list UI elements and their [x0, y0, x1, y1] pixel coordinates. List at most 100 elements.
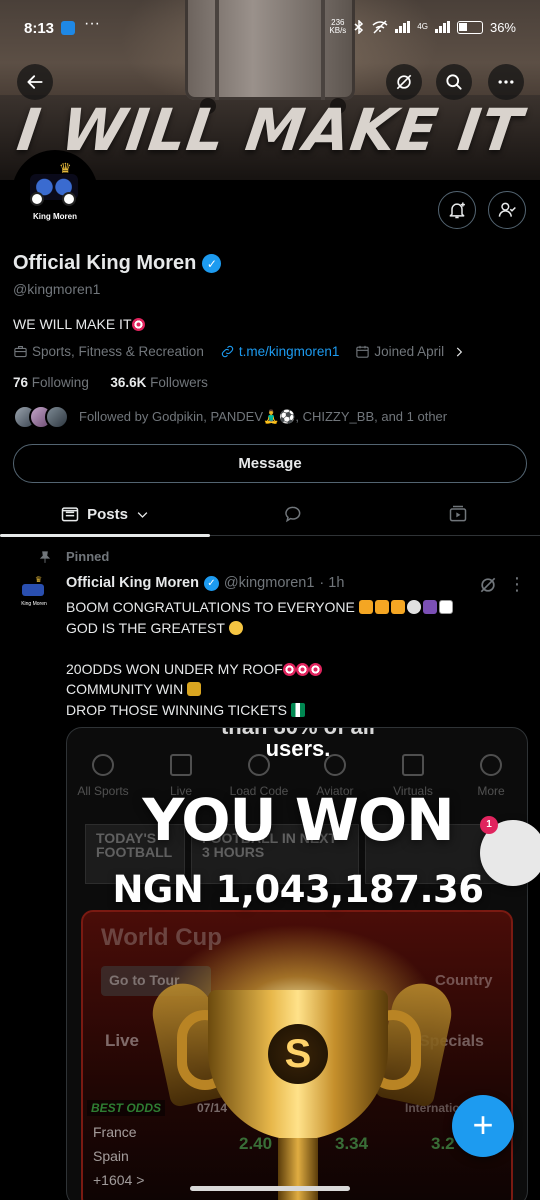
profile-display-name: Official King Moren ✓	[13, 252, 222, 275]
following-label: Following	[31, 375, 89, 390]
target-emoji-icon	[295, 662, 309, 676]
bell-plus-icon	[449, 202, 465, 219]
post-author-name[interactable]: Official King Moren	[66, 575, 199, 591]
follower-avatars	[13, 405, 69, 429]
tab-posts-label: Posts	[87, 505, 128, 523]
followers-stat[interactable]: 36.6K Followers	[110, 375, 208, 390]
arrow-left-icon	[27, 75, 43, 89]
media-odd: 2.40	[239, 1134, 273, 1153]
media-team2: Spain	[93, 1148, 129, 1164]
category-text: Sports, Fitness & Recreation	[32, 344, 204, 359]
following-stat[interactable]: 76 Following	[13, 375, 89, 390]
messenger-notification-icon	[61, 21, 75, 35]
notifications-subscribe-button[interactable]	[438, 191, 476, 229]
face-emoji-icon	[228, 620, 243, 635]
post-line: BOOM CONGRATULATIONS TO EVERYONE	[66, 597, 526, 618]
user-check-icon	[498, 202, 516, 217]
followers-count: 36.6K	[110, 375, 147, 390]
network-type: 4G	[417, 22, 428, 31]
more-notifications-icon: ···	[84, 15, 100, 32]
posts-list-icon	[61, 507, 79, 522]
profile-tabs: Posts	[0, 492, 540, 537]
profile-avatar[interactable]: ♛ King Moren	[12, 150, 98, 236]
followed-by-row[interactable]: Followed by Godpikin, PANDEV🧘‍♂️⚽, CHIZZ…	[13, 405, 447, 429]
collision-emoji-icon	[358, 600, 373, 614]
briefcase-icon	[14, 345, 27, 358]
compose-post-button[interactable]: +	[452, 1095, 514, 1157]
display-name-text: Official King Moren	[13, 252, 197, 274]
virtuals-icon	[402, 754, 424, 776]
bio-text: WE WILL MAKE IT	[13, 316, 132, 332]
sports-icon	[92, 754, 114, 776]
post-line-text: BOOM CONGRATULATIONS TO EVERYONE	[66, 599, 355, 615]
post-line: GOD IS THE GREATEST	[66, 618, 526, 639]
link-text: t.me/kingmoren1	[238, 344, 340, 359]
target-emoji-icon	[131, 318, 145, 331]
reply-bubble-icon	[284, 506, 300, 523]
joined-text: Joined April	[374, 344, 445, 359]
digit-emoji-icon	[422, 600, 437, 614]
media-odd: 3.34	[335, 1134, 369, 1153]
more-icon	[480, 754, 502, 776]
media-date: 07/14	[197, 1101, 228, 1115]
chat-bubble-badge: 1	[480, 816, 498, 834]
post-author-avatar[interactable]: ♛ King Moren	[14, 574, 54, 614]
profile-handle: @kingmoren1	[13, 281, 101, 297]
active-tab-indicator	[0, 534, 210, 537]
status-icons: 236 KB/s 4G 36%	[329, 19, 516, 35]
post-line-text: COMMUNITY WIN	[66, 681, 184, 697]
best-odds-label: BEST ODDS	[91, 1101, 162, 1115]
post-header: Official King Moren ✓ @kingmoren1 · 1h	[66, 575, 344, 591]
media-best-odds: BEST ODDS	[87, 1100, 166, 1116]
status-bar: 8:13 ··· 236 KB/s 4G 36%	[0, 0, 540, 58]
aviator-icon	[324, 754, 346, 776]
media-odd: 3.2	[431, 1134, 455, 1153]
post-author-handle[interactable]: @kingmoren1	[224, 575, 314, 591]
obj-glyph-icon	[438, 600, 453, 614]
tab-replies[interactable]	[210, 492, 375, 536]
more-horizontal-icon	[498, 80, 514, 84]
net-speed: 236 KB/s	[329, 18, 347, 35]
verified-badge-icon[interactable]: ✓	[202, 254, 222, 273]
bluetooth-icon	[354, 20, 364, 34]
search-button[interactable]	[436, 64, 472, 100]
tv-icon	[170, 754, 192, 776]
media-more-markets: +1604 >	[93, 1172, 145, 1188]
clown-emoji-icon	[406, 600, 421, 614]
post-avatar-text: King Moren	[21, 601, 47, 607]
search-icon	[446, 74, 462, 90]
verified-badge-icon[interactable]: ✓	[203, 575, 219, 591]
profile-joined: Joined April	[355, 344, 466, 359]
target-emoji-icon	[308, 662, 322, 676]
post-more-options-icon[interactable]: ⋮	[508, 574, 526, 595]
banner-slogan: I WILL MAKE IT	[13, 96, 527, 164]
post-timestamp[interactable]: · 1h	[319, 575, 344, 591]
media-video-icon	[449, 505, 466, 522]
trophy-emoji-icon	[187, 682, 202, 696]
avatar-text: King Moren	[33, 212, 77, 221]
calendar-icon	[356, 345, 370, 358]
target-emoji-icon	[282, 662, 296, 676]
follow-stats: 76 Following 36.6K Followers	[13, 375, 208, 390]
chevron-right-icon[interactable]	[452, 345, 466, 359]
post-line: DROP THOSE WINNING TICKETS	[66, 700, 526, 721]
tab-posts[interactable]: Posts	[0, 492, 210, 537]
message-button[interactable]: Message	[13, 444, 527, 483]
profile-link[interactable]: t.me/kingmoren1	[220, 344, 340, 359]
post-line: 20ODDS WON UNDER MY ROOF	[66, 659, 526, 680]
crown-icon: ♛	[35, 575, 43, 584]
grok-button[interactable]	[386, 64, 422, 100]
following-button[interactable]	[488, 191, 526, 229]
post-line-text: 20ODDS WON UNDER MY ROOF	[66, 660, 283, 677]
won-amount: NGN 1,043,187.36	[112, 868, 484, 911]
tab-media[interactable]	[375, 492, 540, 536]
post-line: COMMUNITY WIN	[66, 679, 526, 700]
more-options-button[interactable]	[488, 64, 524, 100]
battery-percent: 36%	[489, 19, 516, 35]
avatar	[45, 405, 69, 429]
back-button[interactable]	[17, 64, 53, 100]
grok-icon[interactable]	[478, 575, 498, 595]
gesture-home-bar[interactable]	[190, 1186, 350, 1191]
collision-emoji-icon	[374, 600, 389, 614]
battery-icon	[456, 20, 483, 34]
